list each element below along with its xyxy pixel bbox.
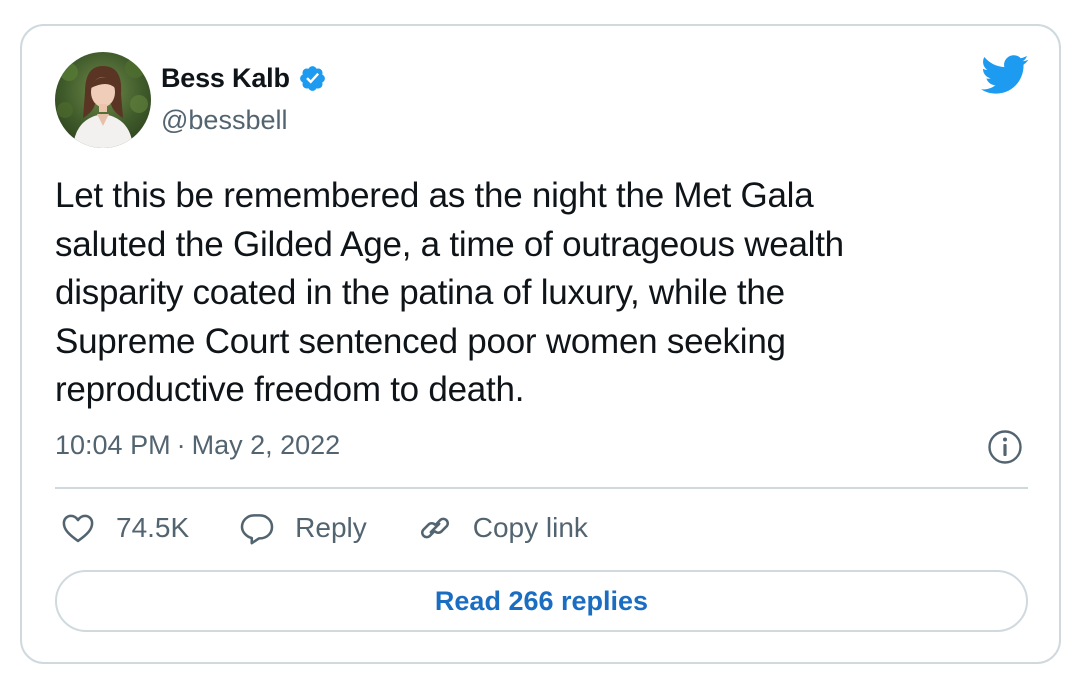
like-button[interactable]: 74.5K [60, 510, 189, 546]
info-icon[interactable] [987, 429, 1023, 465]
author-name-row[interactable]: Bess Kalb [161, 63, 327, 94]
heart-icon [62, 514, 94, 543]
avatar[interactable] [55, 52, 151, 148]
copy-link-label: Copy link [472, 512, 588, 543]
tweet-timestamp[interactable]: 10:04 PM · May 2, 2022 [55, 430, 340, 461]
reply-label: Reply [295, 512, 367, 543]
tweet-card: Bess Kalb @bessbell Let this be remember… [20, 24, 1061, 664]
reply-button[interactable]: Reply [239, 510, 367, 546]
verified-badge-icon [298, 64, 327, 93]
tweet-time[interactable]: 10:04 PM [55, 430, 171, 460]
divider [55, 487, 1028, 489]
meta-separator: · [176, 430, 186, 460]
reply-bubble-icon [240, 514, 274, 545]
copy-link-button[interactable]: Copy link [417, 510, 588, 546]
tweet-text: Let this be remembered as the night the … [55, 176, 844, 409]
author-handle[interactable]: @bessbell [161, 105, 287, 136]
link-icon [420, 517, 449, 539]
twitter-bird-icon[interactable] [981, 55, 1029, 95]
read-replies-button[interactable]: Read 266 replies [55, 570, 1028, 632]
action-bar: 74.5K Reply Copy link [60, 510, 638, 546]
like-count: 74.5K [116, 512, 190, 543]
author-display-name[interactable]: Bess Kalb [161, 63, 290, 94]
read-replies-label: Read 266 replies [434, 585, 649, 616]
tweet-date[interactable]: May 2, 2022 [192, 430, 341, 460]
